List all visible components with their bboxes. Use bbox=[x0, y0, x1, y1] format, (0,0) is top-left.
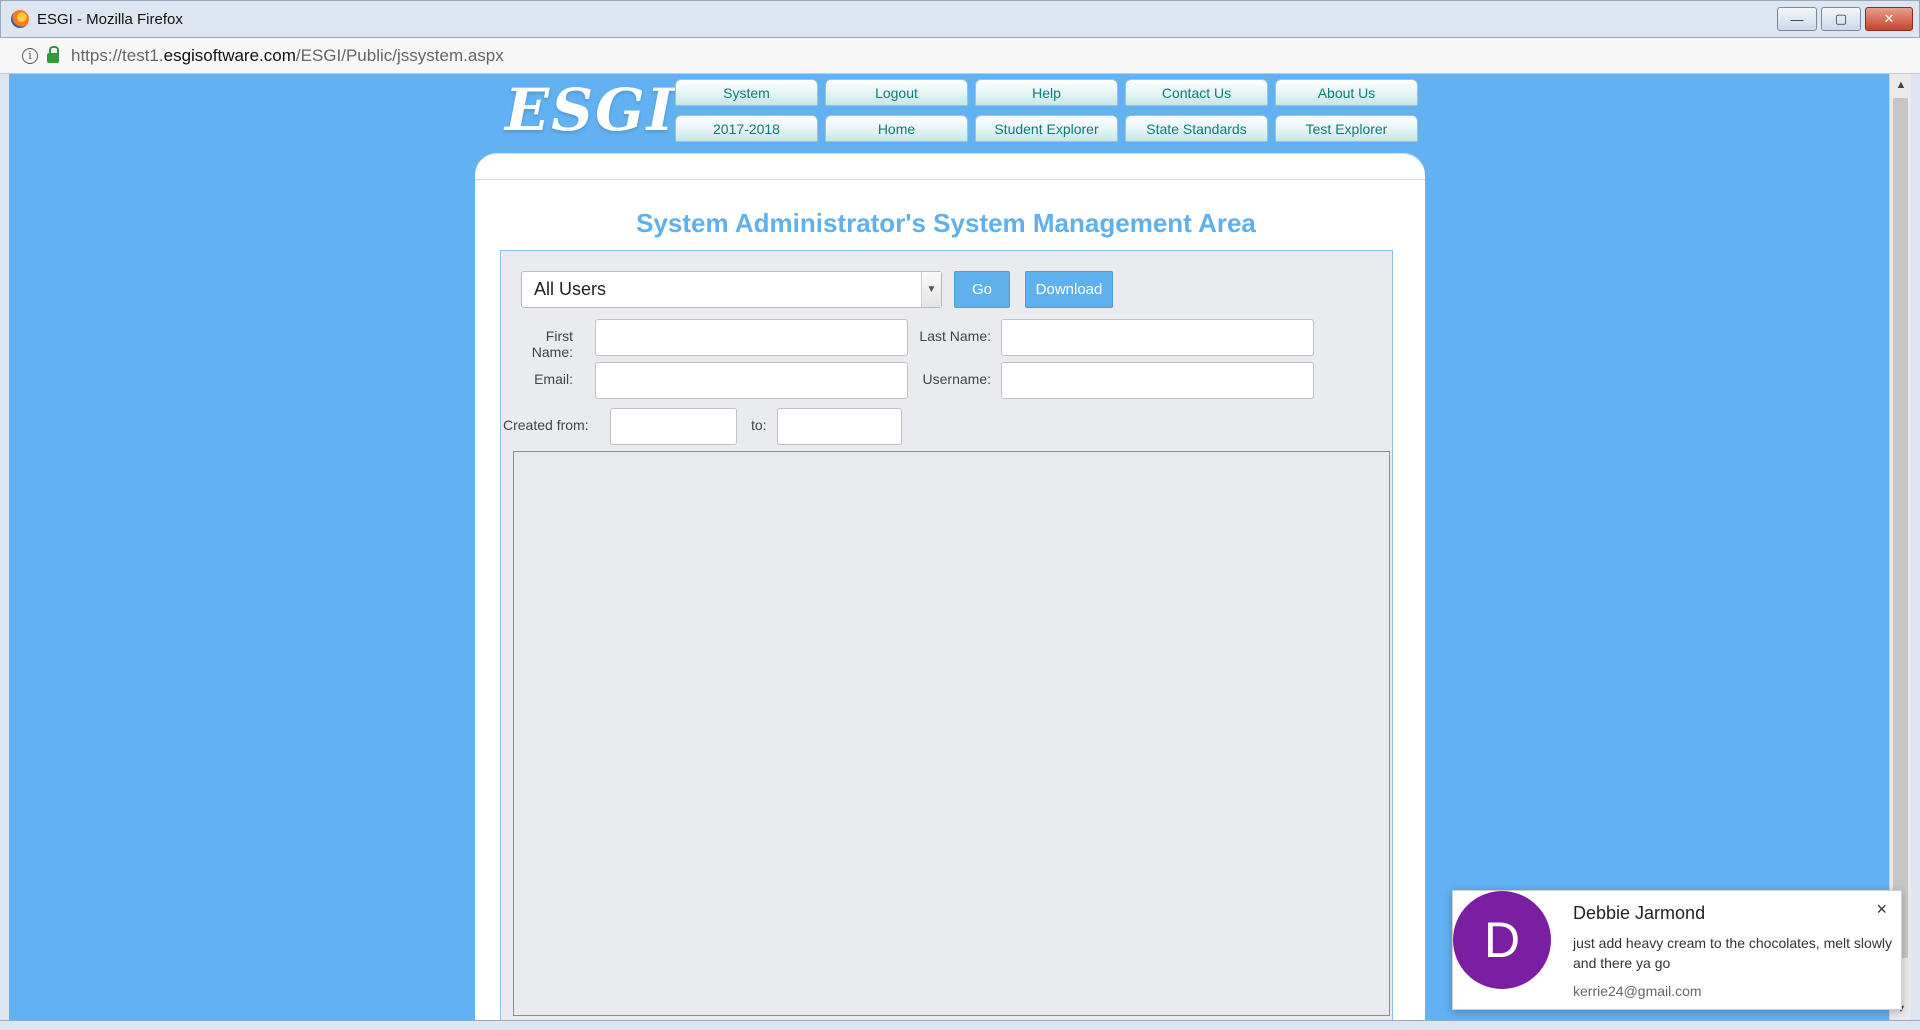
email-label: Email: bbox=[534, 371, 573, 387]
main-navigation: System Logout Help Contact Us About Us 2… bbox=[675, 79, 1418, 142]
go-button[interactable]: Go bbox=[954, 271, 1010, 308]
nav-school-year[interactable]: 2017-2018 bbox=[675, 115, 818, 142]
email-input[interactable] bbox=[595, 362, 908, 399]
first-name-label: First Name: bbox=[531, 328, 573, 360]
username-input[interactable] bbox=[1001, 362, 1314, 399]
nav-state-standards[interactable]: State Standards bbox=[1125, 115, 1268, 142]
lock-icon bbox=[47, 45, 59, 63]
esgi-logo[interactable]: ESGI bbox=[505, 76, 676, 144]
created-from-label: Created from: bbox=[503, 417, 589, 433]
window-titlebar: ESGI - Mozilla Firefox — ▢ ✕ bbox=[0, 0, 1920, 38]
page-scrollbar[interactable]: ▲ ▼ bbox=[1889, 74, 1911, 1020]
nav-contact-us[interactable]: Contact Us bbox=[1125, 79, 1268, 106]
window-title: ESGI - Mozilla Firefox bbox=[37, 10, 183, 28]
nav-logout[interactable]: Logout bbox=[825, 79, 968, 106]
url-text[interactable]: https://test1.esgisoftware.com/ESGI/Publ… bbox=[71, 46, 504, 66]
nav-system[interactable]: System bbox=[675, 79, 818, 106]
nav-student-explorer[interactable]: Student Explorer bbox=[975, 115, 1118, 142]
avatar: D bbox=[1453, 891, 1551, 989]
user-management-area: All Users ▼ Go Download First Name: Last… bbox=[500, 250, 1393, 1020]
scroll-thumb[interactable] bbox=[1893, 98, 1908, 958]
last-name-input[interactable] bbox=[1001, 319, 1314, 356]
maximize-button[interactable]: ▢ bbox=[1821, 7, 1861, 31]
notification-toast[interactable]: D Debbie Jarmond just add heavy cream to… bbox=[1452, 890, 1902, 1010]
notification-message: just add heavy cream to the chocolates, … bbox=[1573, 935, 1893, 971]
close-icon[interactable]: × bbox=[1876, 899, 1887, 920]
notification-sender: Debbie Jarmond bbox=[1573, 903, 1706, 923]
window-border-right bbox=[1911, 74, 1920, 1020]
created-from-input[interactable] bbox=[610, 408, 737, 445]
download-button[interactable]: Download bbox=[1025, 271, 1113, 308]
window-border-left bbox=[0, 74, 9, 1020]
user-filter-select[interactable]: All Users ▼ bbox=[521, 271, 942, 308]
results-grid[interactable] bbox=[513, 451, 1390, 1016]
panel-divider bbox=[475, 179, 1425, 180]
first-name-input[interactable] bbox=[595, 319, 908, 356]
address-bar[interactable]: i https://test1.esgisoftware.com/ESGI/Pu… bbox=[0, 38, 1920, 74]
firefox-icon bbox=[11, 10, 29, 28]
close-window-button[interactable]: ✕ bbox=[1865, 7, 1913, 31]
user-filter-value: All Users bbox=[534, 279, 607, 299]
content-panel: System Administrator's System Management… bbox=[475, 153, 1425, 1020]
created-to-label: to: bbox=[751, 417, 767, 433]
last-name-label: Last Name: bbox=[919, 328, 991, 344]
chevron-down-icon[interactable]: ▼ bbox=[921, 272, 941, 307]
info-icon[interactable]: i bbox=[22, 47, 38, 64]
minimize-button[interactable]: — bbox=[1777, 7, 1817, 31]
created-to-input[interactable] bbox=[777, 408, 902, 445]
username-label: Username: bbox=[922, 371, 991, 387]
nav-test-explorer[interactable]: Test Explorer bbox=[1275, 115, 1418, 142]
window-controls: — ▢ ✕ bbox=[1777, 7, 1913, 31]
page-viewport: ESGI System Logout Help Contact Us About… bbox=[9, 74, 1889, 1020]
window-border-bottom bbox=[0, 1020, 1920, 1030]
notification-email: kerrie24@gmail.com bbox=[1573, 983, 1702, 999]
nav-help[interactable]: Help bbox=[975, 79, 1118, 106]
nav-about-us[interactable]: About Us bbox=[1275, 79, 1418, 106]
scroll-up-arrow-icon[interactable]: ▲ bbox=[1894, 78, 1908, 92]
page-title: System Administrator's System Management… bbox=[636, 208, 1256, 238]
nav-home[interactable]: Home bbox=[825, 115, 968, 142]
